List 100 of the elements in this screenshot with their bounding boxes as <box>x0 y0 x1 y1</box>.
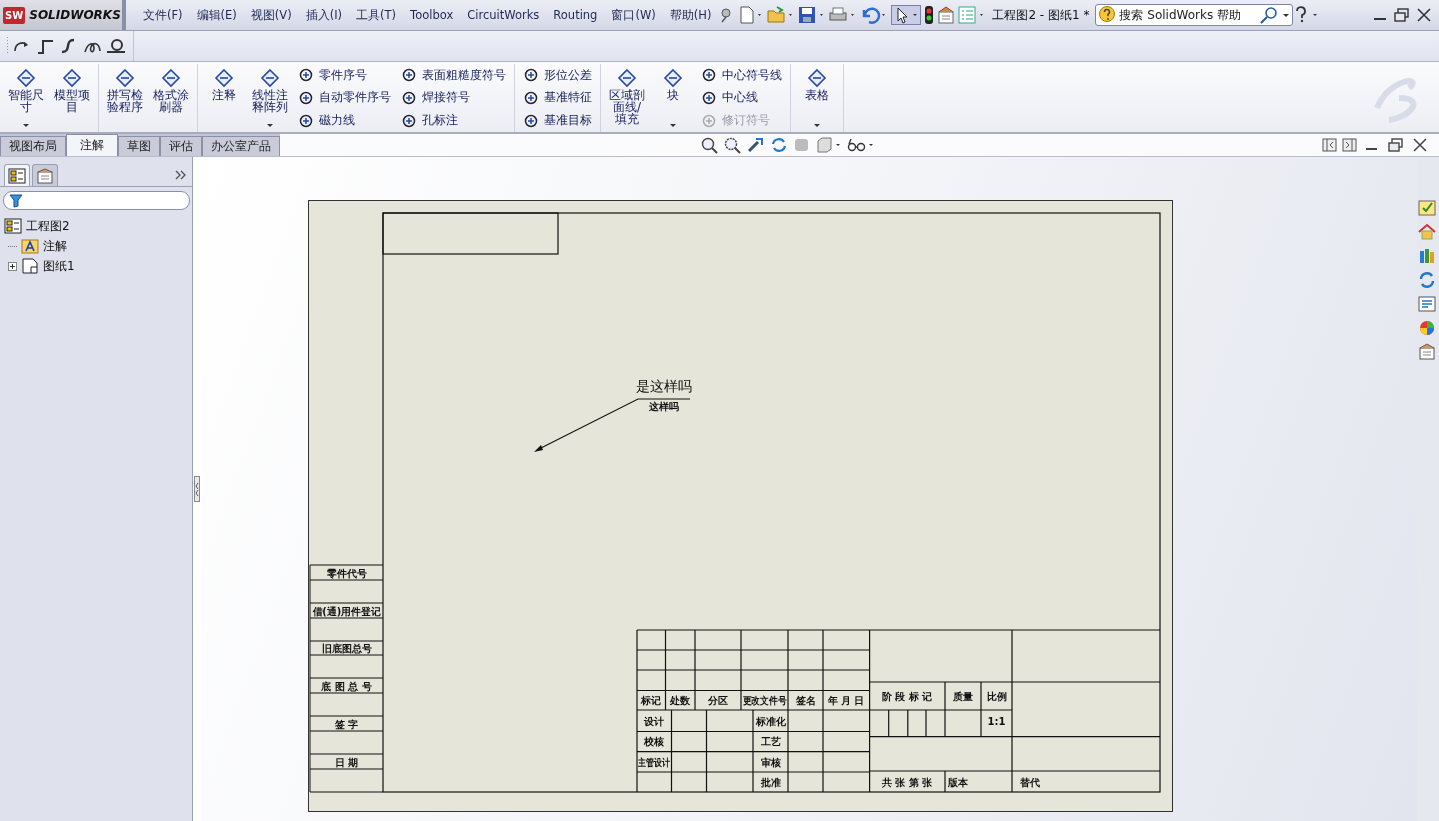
ribbon-tool-button[interactable]: 焊接符号 <box>401 87 506 109</box>
command-tab[interactable]: 视图布局 <box>0 136 66 156</box>
tool-icon <box>114 68 136 88</box>
annotation-folder-icon <box>21 238 39 254</box>
command-tab[interactable]: 评估 <box>160 136 202 156</box>
caret-icon[interactable] <box>21 122 31 130</box>
ribbon-tool-button[interactable]: 注释 <box>202 64 246 132</box>
menu-item[interactable]: 插入(I) <box>298 7 350 23</box>
library-icon[interactable] <box>1417 246 1437 266</box>
color-wheel-icon[interactable] <box>1417 318 1437 338</box>
logo-mark: SW <box>3 6 26 24</box>
title-block-label: 签名 <box>795 694 816 706</box>
ribbon-tool-button[interactable]: 格式涂刷器 <box>149 64 193 132</box>
tile-right-icon[interactable] <box>1341 137 1359 153</box>
glasses-icon[interactable] <box>846 136 876 154</box>
ribbon-tool-button[interactable]: 线性注释阵列 <box>248 64 292 132</box>
title-block-label: 年 月 日 <box>827 694 865 706</box>
menu-item[interactable]: 编辑(E) <box>189 7 244 23</box>
ribbon-tool-button[interactable]: 自动零件序号 <box>298 87 391 109</box>
caret-icon[interactable] <box>265 122 275 130</box>
title-block-label: 零件代号 <box>326 567 367 579</box>
title-block-label: 分区 <box>708 694 728 706</box>
ribbon-tool-button[interactable]: 磁力线 <box>298 109 391 132</box>
expand-panel-icon[interactable] <box>174 169 188 181</box>
menu-item[interactable]: 窗口(W) <box>604 7 663 23</box>
search-icon[interactable] <box>1259 6 1280 24</box>
title-block-label: 底 图 总 号 <box>321 680 372 692</box>
note-text: 是这样吗 <box>636 378 692 394</box>
menu-item[interactable]: CircuitWorks <box>460 7 547 23</box>
traffic-light-icon[interactable] <box>924 5 935 25</box>
menu-item[interactable]: 视图(V) <box>243 7 299 23</box>
title-block-label: 审核 <box>760 756 781 768</box>
previous-view-icon[interactable] <box>746 136 766 154</box>
tool-icon <box>259 68 281 88</box>
app-logo-text: SOLIDWORKS <box>29 8 121 22</box>
tool-icon <box>401 90 417 106</box>
help-search-field[interactable]: 搜索 SolidWorks 帮助 <box>1095 4 1294 26</box>
tool-icon <box>523 90 539 106</box>
menu-item[interactable]: Toolbox <box>403 7 461 23</box>
note-subtext: 这样吗 <box>649 401 679 412</box>
tool-icon <box>401 67 417 84</box>
tile-left-icon[interactable] <box>1321 137 1339 153</box>
tree-item[interactable]: 注解 <box>43 237 67 255</box>
ribbon-tool-button[interactable]: 零件序号 <box>298 64 391 87</box>
menu-item[interactable]: 工具(T) <box>349 7 404 23</box>
ribbon-tool-button[interactable]: 表格 <box>795 64 839 132</box>
menu-item[interactable]: 帮助(H) <box>662 7 719 23</box>
zoom-area-icon[interactable] <box>723 136 743 154</box>
command-tab[interactable]: 草图 <box>118 136 160 156</box>
resources-icon[interactable] <box>1417 198 1437 218</box>
title-block-label: 替代 <box>1020 776 1040 788</box>
ribbon-tool-button[interactable]: 智能尺寸 <box>4 64 48 132</box>
title-block-label: 质量 <box>953 690 973 702</box>
caret-icon[interactable] <box>668 122 678 130</box>
help-bubble-icon <box>1098 6 1117 24</box>
ribbon-tool-button[interactable]: 形位公差 <box>523 64 592 87</box>
ribbon-tool-button[interactable]: 中心线 <box>701 87 782 109</box>
tool-icon <box>298 90 314 106</box>
title-block-label: 版本 <box>948 776 968 788</box>
title-block-label: 借(通)用件登记 <box>312 605 382 617</box>
drawing-icon <box>4 218 22 234</box>
expand-icon[interactable] <box>8 261 17 271</box>
ribbon-tool-button[interactable]: 拼写检验程序 <box>103 64 147 132</box>
title-block-label: 共 张 第 张 <box>881 776 933 788</box>
title-block-label: 设计 <box>644 715 664 727</box>
ribbon-tool-button[interactable]: 块 <box>651 64 695 132</box>
document-title: 工程图2 - 图纸1 * <box>992 6 1090 24</box>
title-block-label: 日 期 <box>334 756 359 768</box>
toolbar-grip-icon <box>6 36 9 56</box>
panel-tab[interactable] <box>32 164 58 186</box>
title-block-label: 更改文件号 <box>742 694 793 706</box>
home-icon[interactable] <box>1417 222 1437 242</box>
menu-item[interactable]: 文件(F) <box>136 7 190 23</box>
ribbon-tool-button[interactable]: 孔标注 <box>401 109 506 132</box>
ribbon-tool-button[interactable]: 基准特征 <box>523 87 592 109</box>
command-tab[interactable]: 注解 <box>66 134 118 156</box>
tree-item[interactable]: 图纸1 <box>43 257 75 275</box>
command-tab[interactable]: 办公室产品 <box>202 136 280 156</box>
select-pointer-icon[interactable] <box>891 5 922 25</box>
options-icon[interactable] <box>937 6 956 24</box>
title-block-label: 处数 <box>670 694 690 706</box>
tree-item[interactable]: 工程图2 <box>26 217 70 235</box>
title-block-label: 1:1 <box>987 715 1006 727</box>
ribbon-tool-button[interactable]: 表面粗糙度符号 <box>401 64 506 87</box>
ribbon-tool-button[interactable]: 区域剖面线/填充 <box>605 64 649 132</box>
filter-field[interactable] <box>3 191 190 210</box>
ribbon-tool-button[interactable]: 基准目标 <box>523 109 592 132</box>
zoom-fit-icon[interactable] <box>700 136 720 154</box>
refresh-icon[interactable] <box>1417 270 1437 290</box>
title-block-label: 标记 <box>641 694 661 706</box>
caret-icon[interactable] <box>812 122 822 130</box>
properties-icon[interactable] <box>1417 342 1437 362</box>
ribbon-tool-button[interactable]: 中心符号线 <box>701 64 782 87</box>
view-palette-icon[interactable] <box>1417 294 1437 314</box>
tool-icon <box>401 112 417 129</box>
refresh-icon[interactable] <box>769 136 789 154</box>
splitter-handle-icon[interactable] <box>194 476 200 502</box>
ribbon-tool-button[interactable]: 模型项目 <box>50 64 94 132</box>
panel-tab[interactable] <box>4 164 30 186</box>
menu-item[interactable]: Routing <box>546 7 605 23</box>
